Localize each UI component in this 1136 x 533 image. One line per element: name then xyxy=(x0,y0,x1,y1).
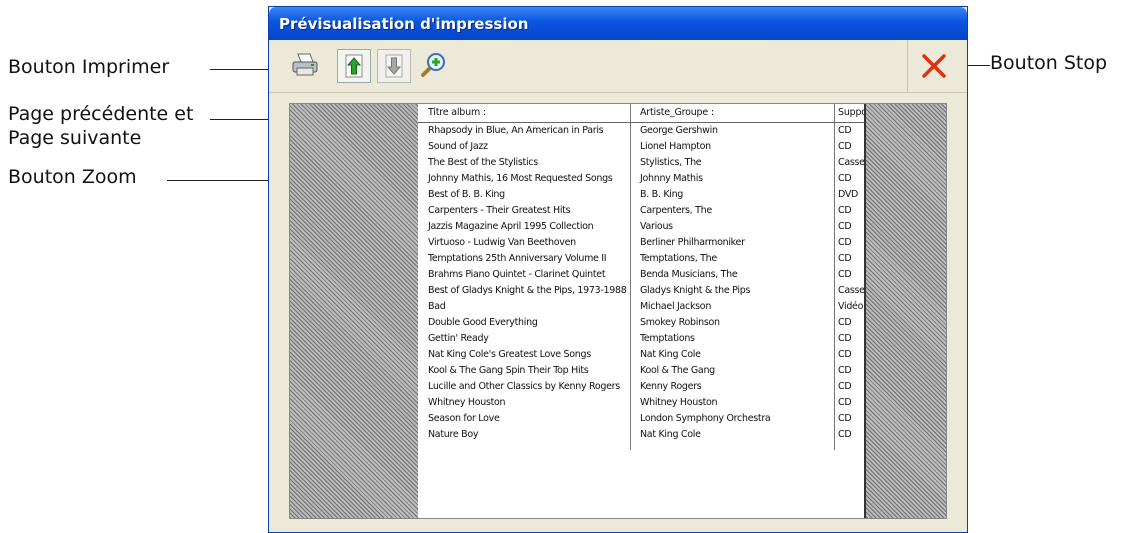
title-cell: Kool & The Gang Spin Their Top Hits xyxy=(428,365,589,376)
title-cell: Johnny Mathis, 16 Most Requested Songs xyxy=(428,173,613,184)
support-cell: CD xyxy=(838,429,852,440)
support-cell: CD xyxy=(838,125,852,136)
title-cell: Gettin' Ready xyxy=(428,333,489,344)
artist-cell: Kenny Rogers xyxy=(640,381,702,392)
artist-cell: Nat King Cole xyxy=(640,429,701,440)
support-cell: CD xyxy=(838,253,852,264)
title-cell: Double Good Everything xyxy=(428,317,538,328)
title-cell: Lucille and Other Classics by Kenny Roge… xyxy=(428,381,620,392)
print-preview-window: Prévisualisation d'impression Titre albu… xyxy=(268,6,968,533)
column-title: Titre album : Rhapsody in Blue, An Ameri… xyxy=(418,104,630,443)
support-cell: CD xyxy=(838,333,852,344)
support-cell: CD xyxy=(838,269,852,280)
support-cell: DVD xyxy=(838,189,859,200)
artist-cell: Johnny Mathis xyxy=(640,173,703,184)
preview-area[interactable]: Titre album : Rhapsody in Blue, An Ameri… xyxy=(289,103,947,519)
support-cell: CD xyxy=(838,349,852,360)
support-cell: Vidéo xyxy=(838,301,864,312)
support-cell: CD xyxy=(838,413,852,424)
artist-cell: Stylistics, The xyxy=(640,157,702,168)
column-header-support: Suppo xyxy=(834,104,864,123)
stop-button[interactable] xyxy=(907,40,960,92)
support-cell: CD xyxy=(838,173,852,184)
title-cell: Carpenters - Their Greatest Hits xyxy=(428,205,571,216)
column-header-artist: Artiste_Groupe : xyxy=(630,104,834,123)
callout-stop: Bouton Stop xyxy=(990,52,1108,74)
artist-cell: Benda Musicians, The xyxy=(640,269,738,280)
callout-zoom: Bouton Zoom xyxy=(8,166,137,188)
title-cell: Best of B. B. King xyxy=(428,189,505,200)
support-cell: CD xyxy=(838,221,852,232)
title-cell: Rhapsody in Blue, An American in Paris xyxy=(428,125,604,136)
title-cell: Nature Boy xyxy=(428,429,479,440)
title-cell: Nat King Cole's Greatest Love Songs xyxy=(428,349,591,360)
arrow-up-icon xyxy=(345,54,363,78)
title-cell: Jazzis Magazine April 1995 Collection xyxy=(428,221,594,232)
support-cell: CD xyxy=(838,205,852,216)
column-artist: Artiste_Groupe : George Gershwin Lionel H… xyxy=(630,104,834,443)
support-cell: CD xyxy=(838,237,852,248)
artist-cell: London Symphony Orchestra xyxy=(640,413,771,424)
title-cell: The Best of the Stylistics xyxy=(428,157,538,168)
title-cell: Sound of Jazz xyxy=(428,141,488,152)
title-cell: Whitney Houston xyxy=(428,397,506,408)
title-cell: Bad xyxy=(428,301,446,312)
previous-page-button[interactable] xyxy=(337,49,371,83)
support-cell: Casse xyxy=(838,285,864,296)
title-cell: Season for Love xyxy=(428,413,500,424)
toolbar xyxy=(269,40,967,93)
artist-cell: Temptations xyxy=(640,333,695,344)
artist-cell: Various xyxy=(640,221,673,232)
artist-cell: B. B. King xyxy=(640,189,684,200)
callout-prev-next-line1: Page précédente et xyxy=(8,103,194,125)
page-sheet: Titre album : Rhapsody in Blue, An Ameri… xyxy=(418,104,866,518)
magnifier-zoom-icon xyxy=(421,53,445,77)
artist-cell: Lionel Hampton xyxy=(640,141,711,152)
artist-cell: Michael Jackson xyxy=(640,301,712,312)
printer-icon xyxy=(292,53,318,76)
support-cell: CD xyxy=(838,381,852,392)
support-cell: CD xyxy=(838,365,852,376)
artist-cell: Whitney Houston xyxy=(640,397,718,408)
title-cell: Virtuoso - Ludwig Van Beethoven xyxy=(428,237,576,248)
support-cell: CD xyxy=(838,141,852,152)
column-support: Suppo CD CD Casse CD DVD CD CD CD CD CD Casse Vidéo… xyxy=(834,104,864,443)
title-cell: Best of Gladys Knight & the Pips, 1973-1… xyxy=(428,285,627,296)
column-header-title: Titre album : xyxy=(418,104,630,123)
support-cell: Casse xyxy=(838,157,864,168)
close-x-icon xyxy=(922,54,946,78)
support-cell: CD xyxy=(838,397,852,408)
artist-cell: Gladys Knight & the Pips xyxy=(640,285,751,296)
support-cell: CD xyxy=(838,317,852,328)
artist-cell: Smokey Robinson xyxy=(640,317,720,328)
callout-print: Bouton Imprimer xyxy=(8,56,170,78)
artist-cell: Temptations, The xyxy=(640,253,717,264)
artist-cell: Nat King Cole xyxy=(640,349,701,360)
arrow-down-icon xyxy=(385,54,403,78)
zoom-button[interactable] xyxy=(417,49,449,81)
artist-cell: Carpenters, The xyxy=(640,205,712,216)
title-cell: Temptations 25th Anniversary Volume II xyxy=(428,253,607,264)
print-button[interactable] xyxy=(289,49,321,81)
title-bar[interactable]: Prévisualisation d'impression xyxy=(269,7,967,40)
title-cell: Brahms Piano Quintet - Clarinet Quintet xyxy=(428,269,606,280)
callout-prev-next-line2: Page suivante xyxy=(8,127,142,149)
artist-cell: Kool & The Gang xyxy=(640,365,715,376)
artist-cell: Berliner Philharmoniker xyxy=(640,237,745,248)
artist-cell: George Gershwin xyxy=(640,125,718,136)
window-title: Prévisualisation d'impression xyxy=(279,14,529,33)
next-page-button[interactable] xyxy=(377,49,411,83)
